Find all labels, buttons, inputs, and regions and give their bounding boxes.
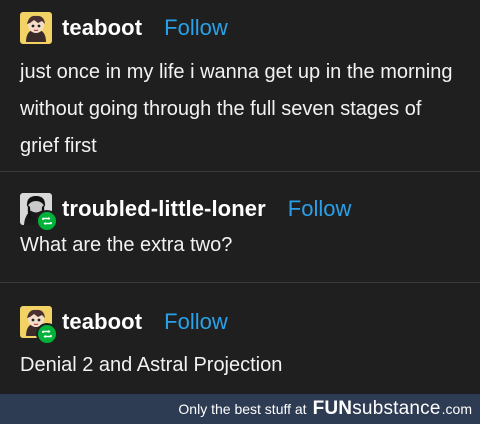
follow-button[interactable]: Follow bbox=[164, 309, 228, 335]
follow-button[interactable]: Follow bbox=[288, 196, 352, 222]
watermark-tagline: Only the best stuff at bbox=[178, 401, 307, 417]
post-header: teaboot Follow bbox=[20, 304, 228, 345]
post-reply: teaboot Follow Denial 2 and Astral Proje… bbox=[0, 283, 480, 394]
logo-fun: FUN bbox=[312, 398, 353, 419]
post-original: teaboot Follow just once in my life i wa… bbox=[0, 0, 480, 172]
logo-tld: .com bbox=[441, 401, 472, 417]
avatar[interactable] bbox=[20, 12, 52, 44]
post-header: teaboot Follow bbox=[20, 10, 228, 46]
post-text: just once in my life i wanna get up in t… bbox=[20, 61, 453, 157]
logo-substance: substance bbox=[352, 398, 441, 419]
reblog-icon bbox=[36, 210, 58, 232]
post-text: Denial 2 and Astral Projection bbox=[20, 354, 283, 376]
avatar[interactable] bbox=[20, 306, 58, 345]
post-reply: troubled-little-loner Follow What are th… bbox=[0, 172, 480, 283]
username[interactable]: troubled-little-loner bbox=[62, 196, 266, 222]
avatar[interactable] bbox=[20, 193, 58, 232]
post-thread: teaboot Follow just once in my life i wa… bbox=[0, 0, 480, 424]
username[interactable]: teaboot bbox=[62, 15, 142, 41]
reblog-icon bbox=[36, 323, 58, 345]
post-text: What are the extra two? bbox=[20, 234, 233, 256]
watermark-bar: Only the best stuff at FUNsubstance .com bbox=[0, 394, 480, 424]
follow-button[interactable]: Follow bbox=[164, 15, 228, 41]
post-header: troubled-little-loner Follow bbox=[20, 191, 352, 232]
watermark-logo: FUNsubstance bbox=[313, 398, 441, 420]
username[interactable]: teaboot bbox=[62, 309, 142, 335]
